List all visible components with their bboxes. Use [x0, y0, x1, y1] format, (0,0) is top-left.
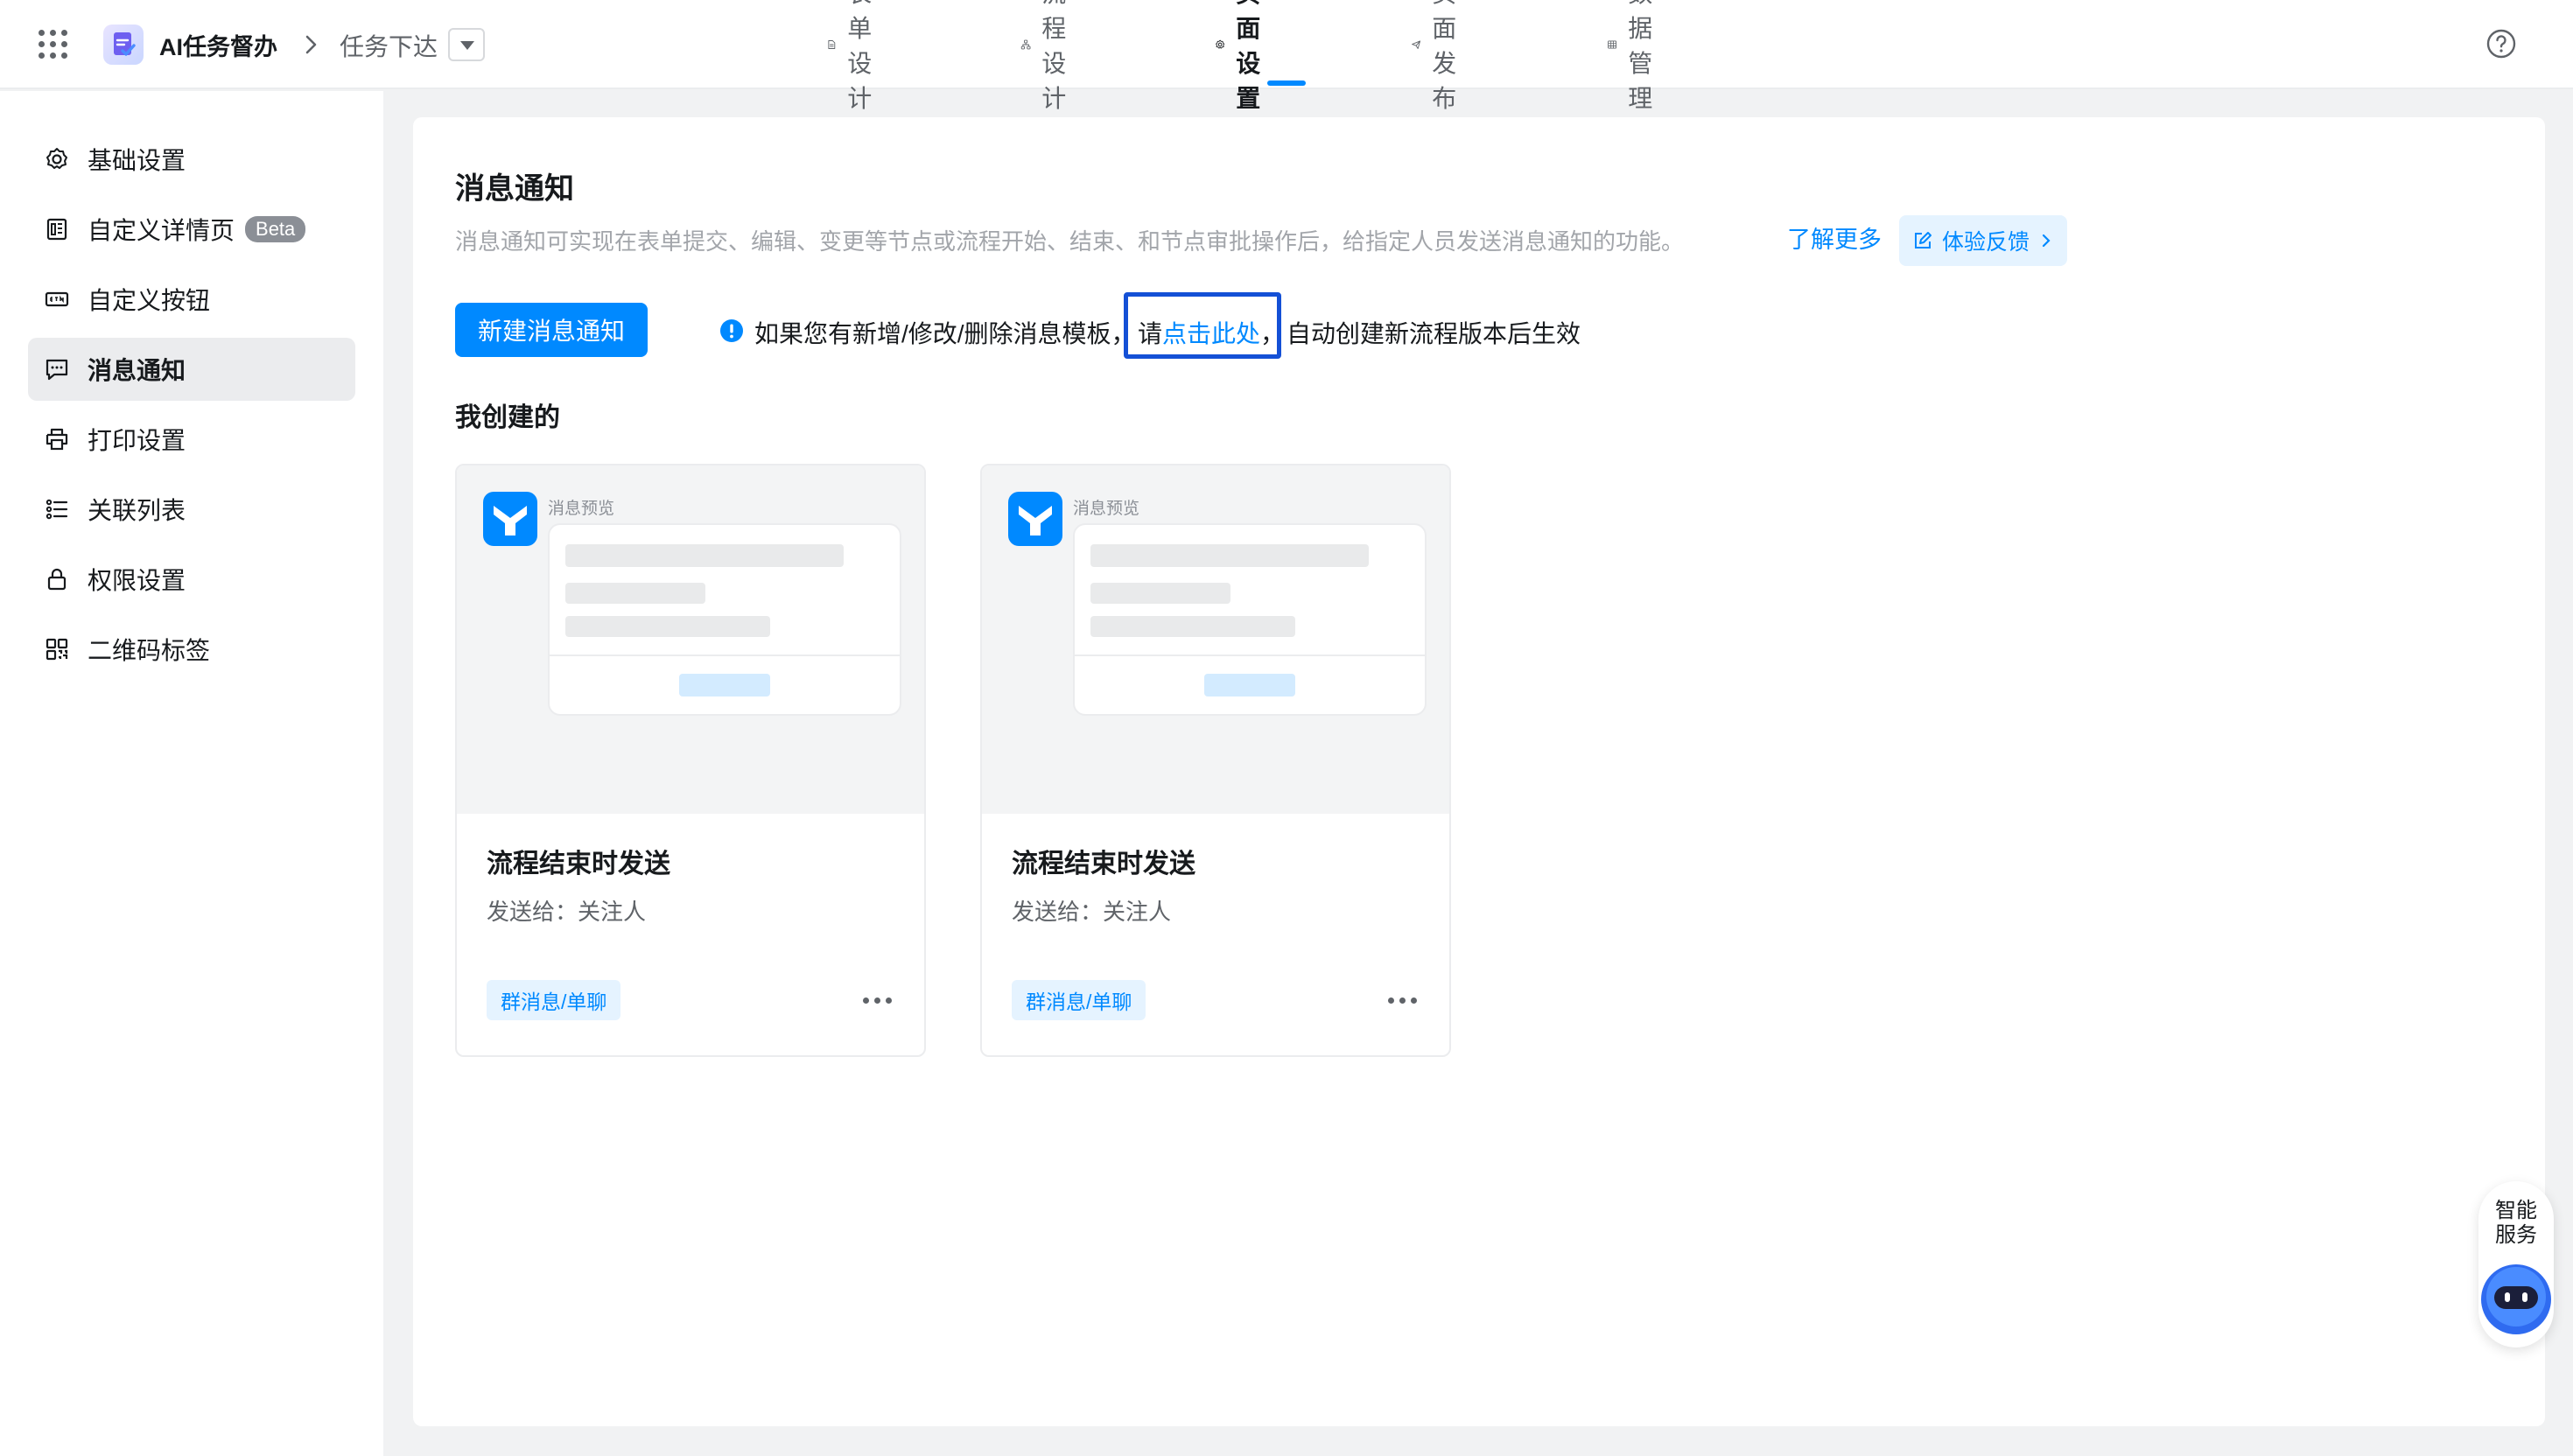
- active-tab-indicator: [1267, 80, 1306, 86]
- table-icon: [1608, 40, 1617, 49]
- sidebar-item-qrcode-label[interactable]: 二维码标签: [28, 618, 355, 681]
- sidebar-item-custom-detail[interactable]: 自定义详情页 Beta: [28, 198, 355, 261]
- breadcrumb-form[interactable]: 任务下达: [340, 28, 438, 63]
- app-title: AI任务督办: [159, 34, 277, 60]
- flow-icon: [1020, 39, 1031, 50]
- more-icon[interactable]: [1381, 987, 1423, 1013]
- tab-data-management[interactable]: 数据管理: [1607, 0, 1668, 112]
- top-header: AI任务督办 任务下达 表单设计 流程设计: [0, 0, 2573, 112]
- new-notification-button[interactable]: 新建消息通知: [455, 303, 648, 357]
- message-preview-mock: [1073, 523, 1427, 716]
- smart-service-label: 智能 服务: [2495, 1199, 2537, 1247]
- section-title-my-created: 我创建的: [455, 403, 560, 432]
- layout-icon: [46, 218, 67, 241]
- list-icon: [46, 499, 68, 520]
- message-icon: [46, 359, 68, 381]
- info-icon: [720, 319, 743, 342]
- tab-page-publish[interactable]: 页面发布: [1411, 0, 1472, 112]
- sidebar-item-message-notification[interactable]: 消息通知: [28, 338, 355, 401]
- card-preview: 消息预览: [457, 466, 924, 814]
- robot-assistant-icon: [2481, 1264, 2551, 1334]
- gear-icon: [46, 148, 67, 169]
- channel-tag: 群消息/单聊: [487, 980, 621, 1020]
- sidebar-item-custom-button[interactable]: 自定义按钮: [28, 268, 355, 331]
- more-icon[interactable]: [856, 987, 898, 1013]
- click-here-link[interactable]: 点击此处: [1162, 320, 1260, 347]
- help-icon[interactable]: [2485, 28, 2517, 60]
- chevron-right-icon: [305, 35, 317, 54]
- chevron-right-icon: [2042, 234, 2051, 248]
- channel-tag: 群消息/单聊: [1012, 980, 1146, 1020]
- beta-badge: Beta: [245, 216, 306, 242]
- sidebar-item-permission-settings[interactable]: 权限设置: [28, 548, 355, 611]
- form-switch-dropdown[interactable]: [448, 28, 485, 61]
- lock-icon: [47, 568, 67, 591]
- button-icon: [45, 291, 69, 307]
- feedback-button[interactable]: 体验反馈: [1899, 215, 2067, 266]
- card-preview: 消息预览: [982, 466, 1449, 814]
- caret-down-icon: [460, 41, 474, 50]
- gear-icon: [1216, 39, 1225, 49]
- card-title: 流程结束时发送: [487, 850, 670, 878]
- smart-service-button[interactable]: 智能 服务: [2478, 1181, 2554, 1348]
- printer-icon: [46, 428, 68, 451]
- sidebar-item-related-list[interactable]: 关联列表: [28, 478, 355, 541]
- card-subtitle: 发送给：关注人: [487, 899, 647, 925]
- tab-flow-design[interactable]: 流程设计: [1020, 0, 1082, 112]
- tab-form-design[interactable]: 表单设计: [826, 0, 887, 112]
- edit-icon: [1914, 232, 1932, 248]
- message-preview-mock: [548, 523, 901, 716]
- notification-card[interactable]: 消息预览 流程结束时发送 发送给：关注人 群消息/单聊: [980, 464, 1451, 1057]
- notification-card[interactable]: 消息预览 流程结束时发送 发送给：关注人 群消息/单聊: [455, 464, 926, 1057]
- notice-link-group: 请点击此处，: [1138, 320, 1286, 347]
- sidebar-item-basic-settings[interactable]: 基础设置: [28, 128, 355, 191]
- sidebar-item-print-settings[interactable]: 打印设置: [28, 408, 355, 471]
- send-icon: [1412, 40, 1421, 49]
- learn-more-link[interactable]: 了解更多: [1787, 220, 1882, 255]
- page-description: 消息通知可实现在表单提交、编辑、变更等节点或流程开始、结束、和节点审批操作后，给…: [455, 228, 1685, 255]
- dingtalk-logo-icon: [1008, 492, 1062, 546]
- page-title: 消息通知: [455, 172, 574, 206]
- app-logo-icon: [103, 24, 144, 65]
- tab-page-settings[interactable]: 页面设置: [1215, 0, 1276, 112]
- card-subtitle: 发送给：关注人: [1012, 899, 1172, 925]
- qrcode-icon: [46, 638, 68, 661]
- document-icon: [828, 40, 836, 49]
- app-grid-icon[interactable]: [39, 30, 68, 60]
- card-title: 流程结束时发送: [1012, 850, 1195, 878]
- notice-text: 如果您有新增/修改/删除消息模板，: [754, 320, 1136, 347]
- notice-text-suffix: 自动创建新流程版本后生效: [1286, 320, 1581, 347]
- dingtalk-logo-icon: [483, 492, 537, 546]
- settings-sidebar: 基础设置 自定义详情页 Beta 自定义按钮 消息通知 打印设置 关联列表 权限…: [0, 91, 383, 1456]
